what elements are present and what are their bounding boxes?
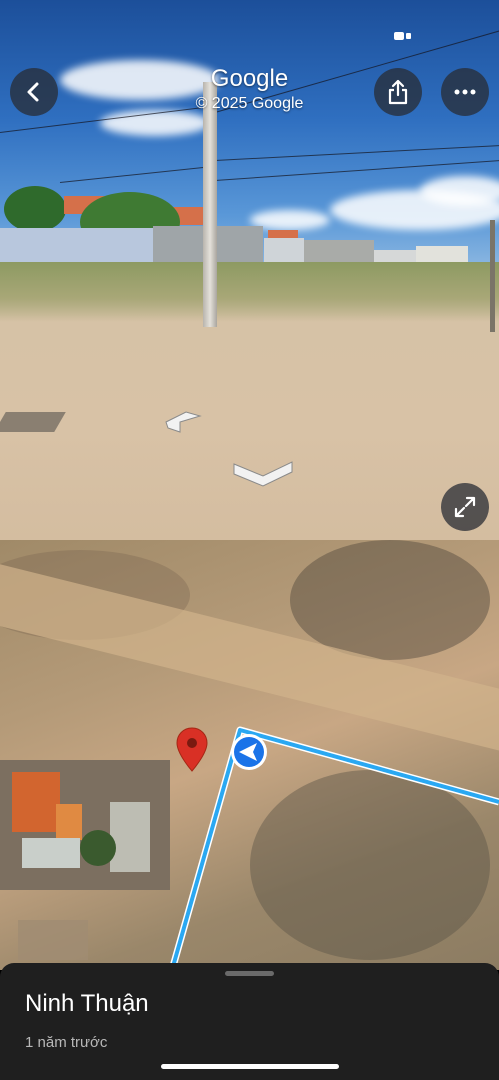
more-options-button[interactable] <box>441 68 489 116</box>
tree <box>4 186 66 232</box>
share-button[interactable] <box>374 68 422 116</box>
share-icon <box>388 79 408 105</box>
expand-button[interactable] <box>441 483 489 531</box>
place-info-sheet[interactable]: Ninh Thuận 1 năm trước <box>0 963 499 1080</box>
shadow <box>0 412 66 432</box>
power-line <box>59 166 210 183</box>
grass-field <box>0 262 499 322</box>
street-view-panorama[interactable]: Google © 2025 Google <box>0 0 499 540</box>
expand-icon <box>454 496 476 518</box>
sheet-grabber[interactable] <box>225 971 274 976</box>
street-view-header: Google © 2025 Google <box>0 64 499 114</box>
google-brand: Google <box>210 65 289 92</box>
location-pin-icon[interactable] <box>175 727 209 773</box>
capture-time: 1 năm trước <box>25 1034 108 1051</box>
home-indicator[interactable] <box>161 1064 339 1069</box>
satellite-map[interactable] <box>0 540 499 970</box>
utility-pole <box>203 82 217 327</box>
viewpoint-arrow-icon[interactable] <box>229 732 269 772</box>
nav-arrow-left[interactable] <box>164 408 202 434</box>
place-name: Ninh Thuận <box>25 990 149 1017</box>
status-indicator <box>394 28 414 46</box>
utility-pole <box>490 220 495 332</box>
copyright-text: © 2025 Google <box>195 95 304 112</box>
nav-arrow-forward[interactable] <box>232 458 294 488</box>
power-line <box>214 144 499 161</box>
more-horizontal-icon <box>454 89 476 95</box>
